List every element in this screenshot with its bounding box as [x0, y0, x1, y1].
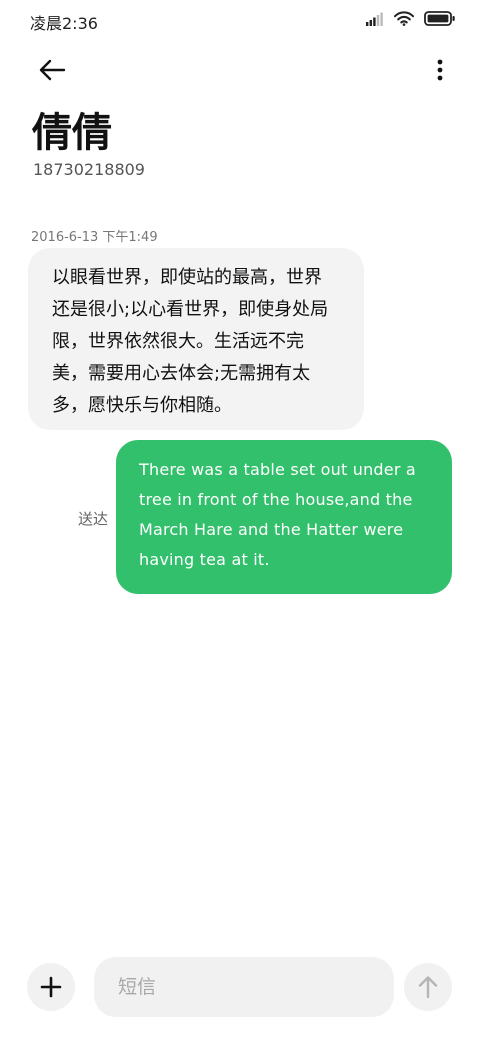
- delivery-status: 送达: [78, 510, 109, 528]
- battery-icon: [424, 11, 456, 30]
- signal-icon: [366, 11, 384, 30]
- status-bar: 凌晨2:36: [0, 0, 480, 40]
- incoming-message-text: 以眼看世界，即使站的最高，世界还是很小;以心看世界，即使身处局限，世界依然很大。…: [52, 267, 329, 416]
- arrow-up-icon: [418, 976, 438, 999]
- contact-name: 倩倩: [32, 110, 112, 156]
- status-icons: [366, 11, 456, 30]
- add-attachment-button[interactable]: [27, 963, 75, 1011]
- outgoing-message-bubble[interactable]: There was a table set out under a tree i…: [116, 440, 452, 594]
- arrow-left-icon: [39, 59, 66, 81]
- plus-icon: [40, 976, 62, 998]
- wifi-icon: [393, 11, 415, 30]
- message-input[interactable]: [94, 957, 394, 1017]
- outgoing-message-text: There was a table set out under a tree i…: [139, 460, 416, 569]
- status-time: 凌晨2:36: [30, 14, 98, 33]
- message-timestamp: 2016-6-13 下午1:49: [31, 230, 158, 245]
- contact-number: 18730218809: [33, 160, 145, 179]
- back-button[interactable]: [30, 50, 74, 90]
- incoming-message-bubble[interactable]: 以眼看世界，即使站的最高，世界还是很小;以心看世界，即使身处局限，世界依然很大。…: [28, 248, 364, 430]
- more-options-button[interactable]: [430, 50, 450, 90]
- more-vertical-icon: [437, 59, 443, 81]
- send-button[interactable]: [404, 963, 452, 1011]
